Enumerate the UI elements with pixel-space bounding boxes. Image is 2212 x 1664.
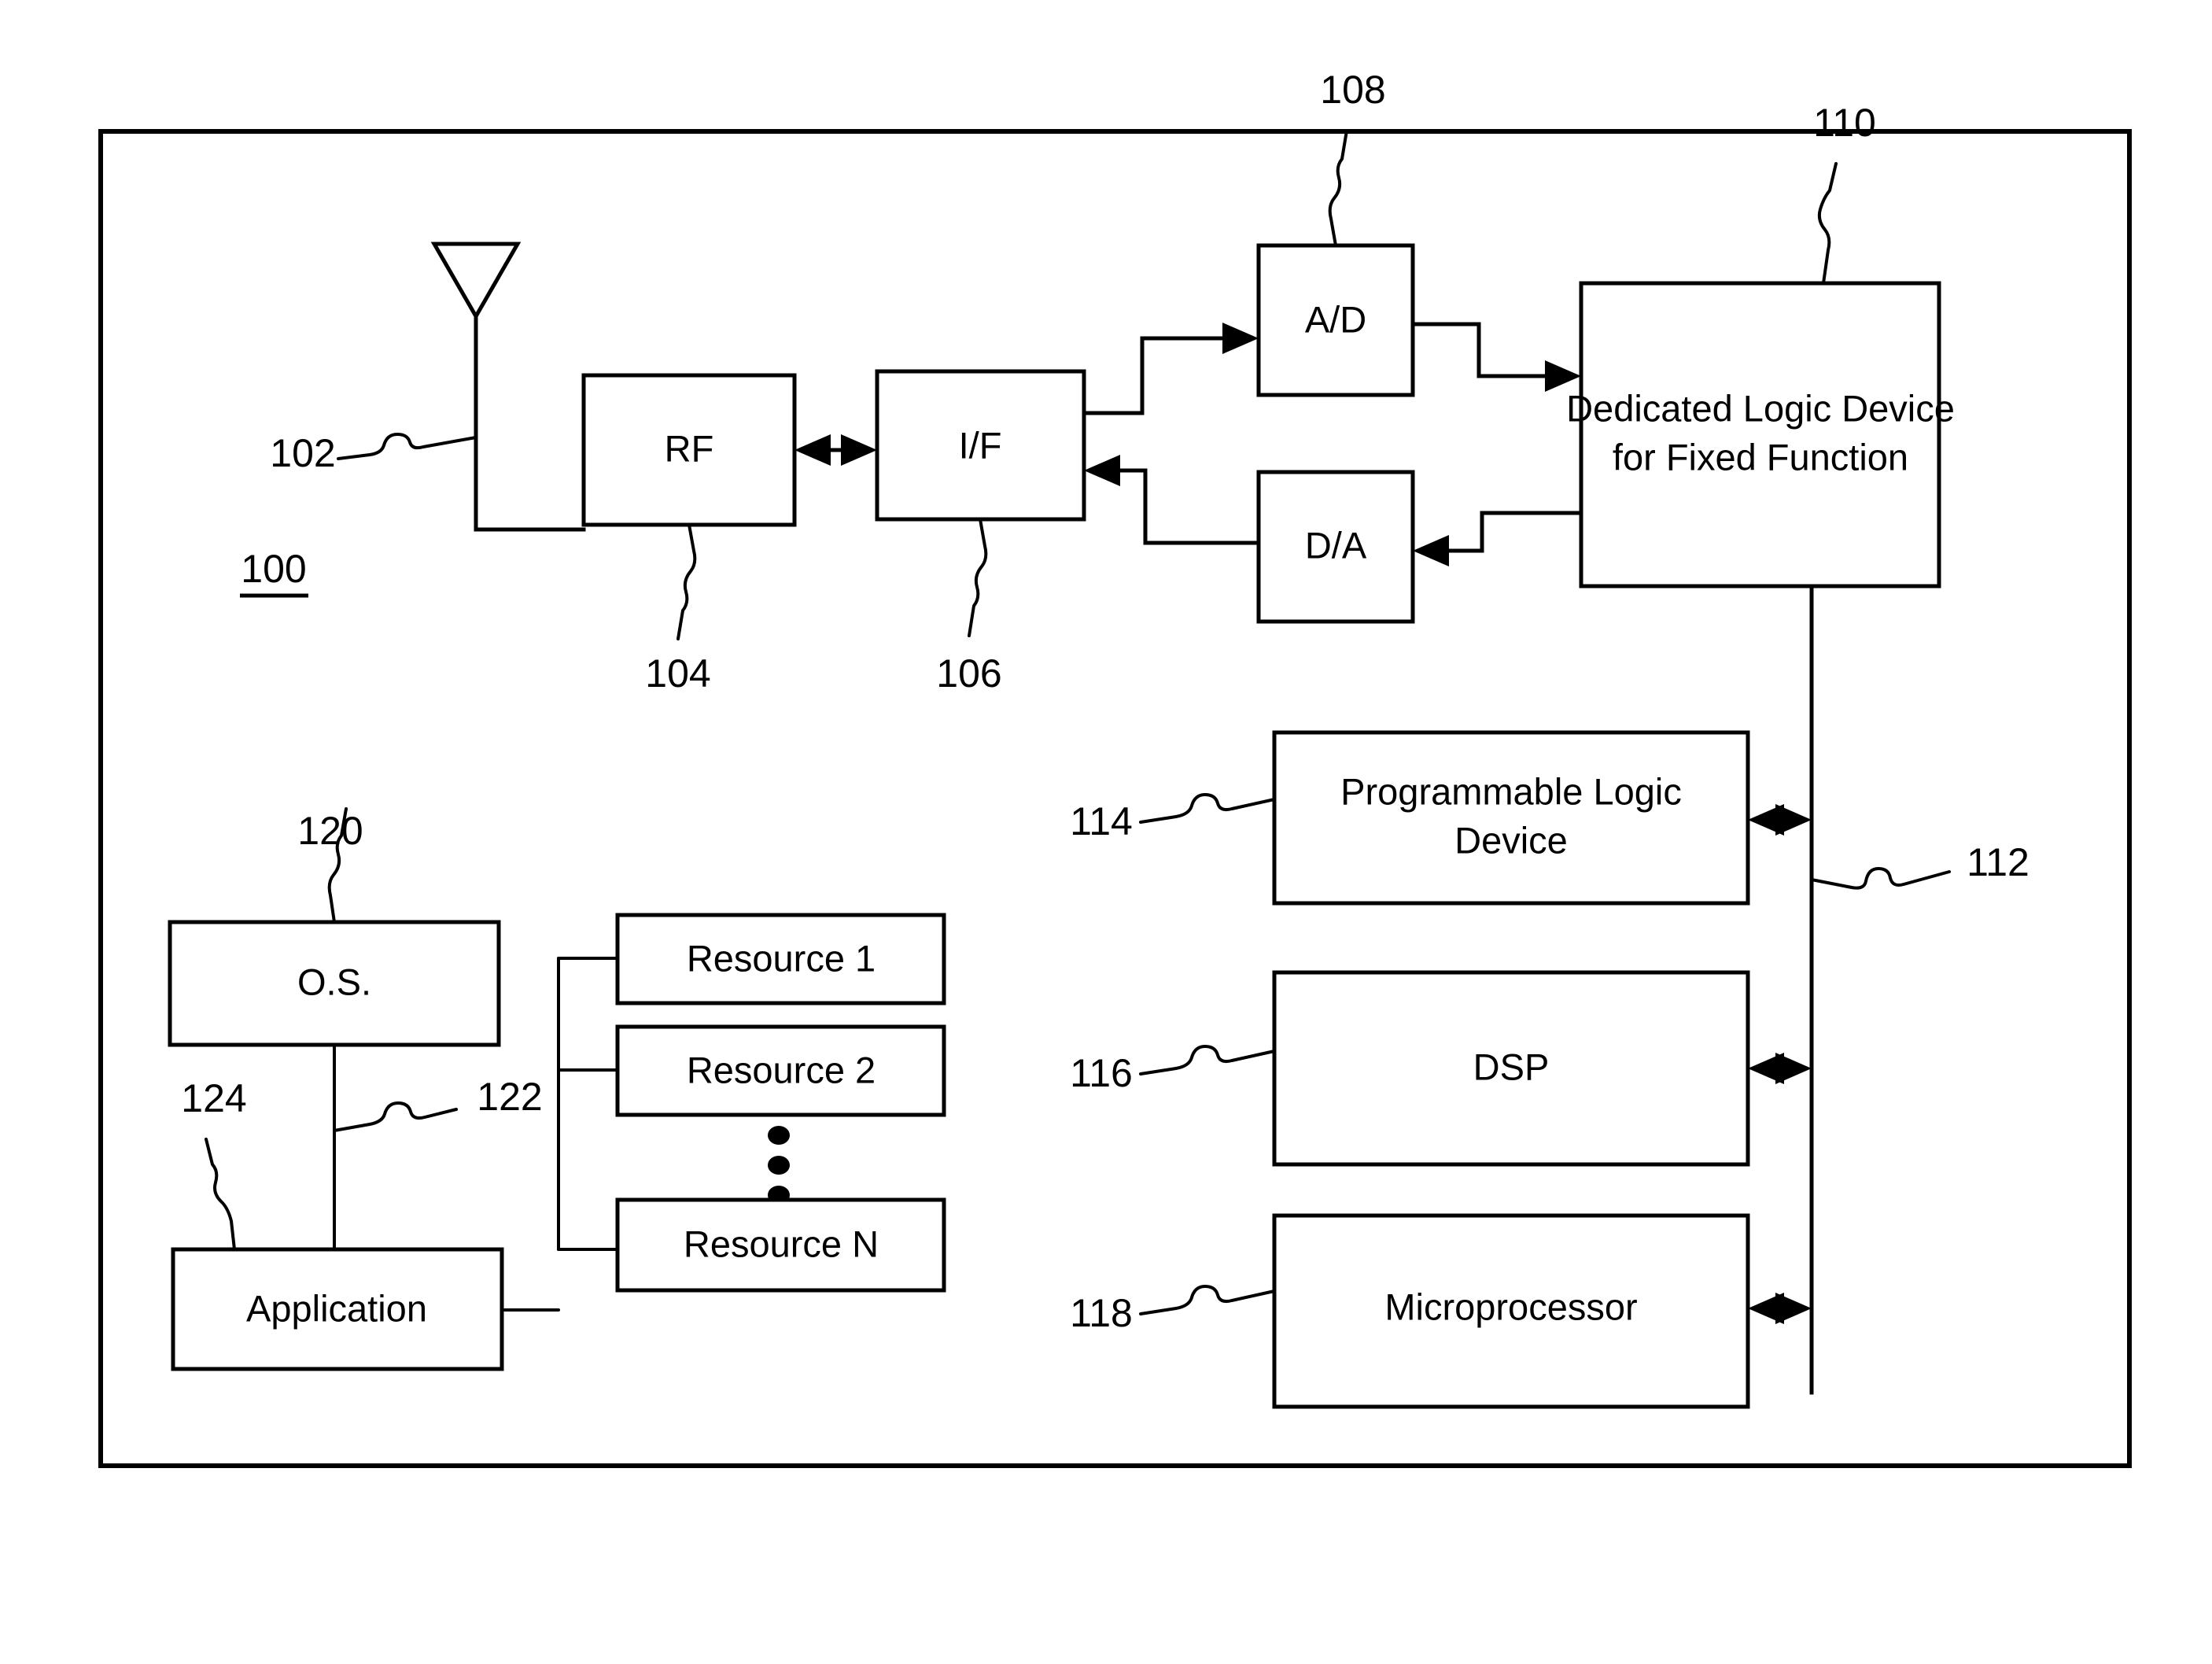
- da-block-label: D/A: [1305, 524, 1367, 566]
- dedicated-logic-device-block: [1579, 281, 1941, 588]
- resource-2-label: Resource 2: [687, 1049, 876, 1090]
- figure-number-100: 100: [241, 547, 306, 591]
- microprocessor-block-label: Microprocessor: [1384, 1286, 1637, 1327]
- ref-number-120: 120: [297, 809, 363, 853]
- ref-number-104: 104: [645, 651, 710, 695]
- ref-number-122: 122: [477, 1075, 542, 1119]
- vertical-ellipsis-icon: [768, 1126, 790, 1205]
- dedicated-logic-device-label-line1: Dedicated Logic Device: [1566, 387, 1955, 429]
- ref-number-106: 106: [936, 651, 1001, 695]
- dsp-block-label: DSP: [1473, 1046, 1550, 1087]
- ref-number-118: 118: [1070, 1291, 1133, 1335]
- ad-block-label: A/D: [1305, 298, 1366, 340]
- ref-number-112: 112: [1967, 840, 2030, 884]
- figure-canvas: 102 RF 104 I/F 106 A/D 108 D/A Dedicated…: [98, 68, 2132, 1468]
- os-block-label: O.S.: [297, 961, 371, 1002]
- ref-number-110: 110: [1813, 101, 1876, 145]
- dedicated-logic-device-label-line2: for Fixed Function: [1613, 436, 1908, 478]
- if-block-label: I/F: [959, 424, 1002, 466]
- ref-number-102: 102: [270, 431, 335, 475]
- resource-1-label: Resource 1: [687, 937, 876, 979]
- ref-number-108: 108: [1320, 68, 1385, 112]
- resource-n-label: Resource N: [684, 1223, 879, 1264]
- programmable-logic-device-label-line1: Programmable Logic: [1340, 770, 1682, 812]
- ref-number-116: 116: [1070, 1051, 1133, 1095]
- application-block-label: Application: [246, 1287, 427, 1329]
- ref-number-114: 114: [1070, 799, 1133, 843]
- patent-figure: 102 RF 104 I/F 106 A/D 108 D/A Dedicated…: [0, 0, 2212, 1664]
- ref-number-124: 124: [181, 1076, 246, 1120]
- programmable-logic-device-label-line2: Device: [1454, 819, 1568, 861]
- programmable-logic-device-block: [1272, 730, 1750, 906]
- rf-block-label: RF: [665, 427, 714, 469]
